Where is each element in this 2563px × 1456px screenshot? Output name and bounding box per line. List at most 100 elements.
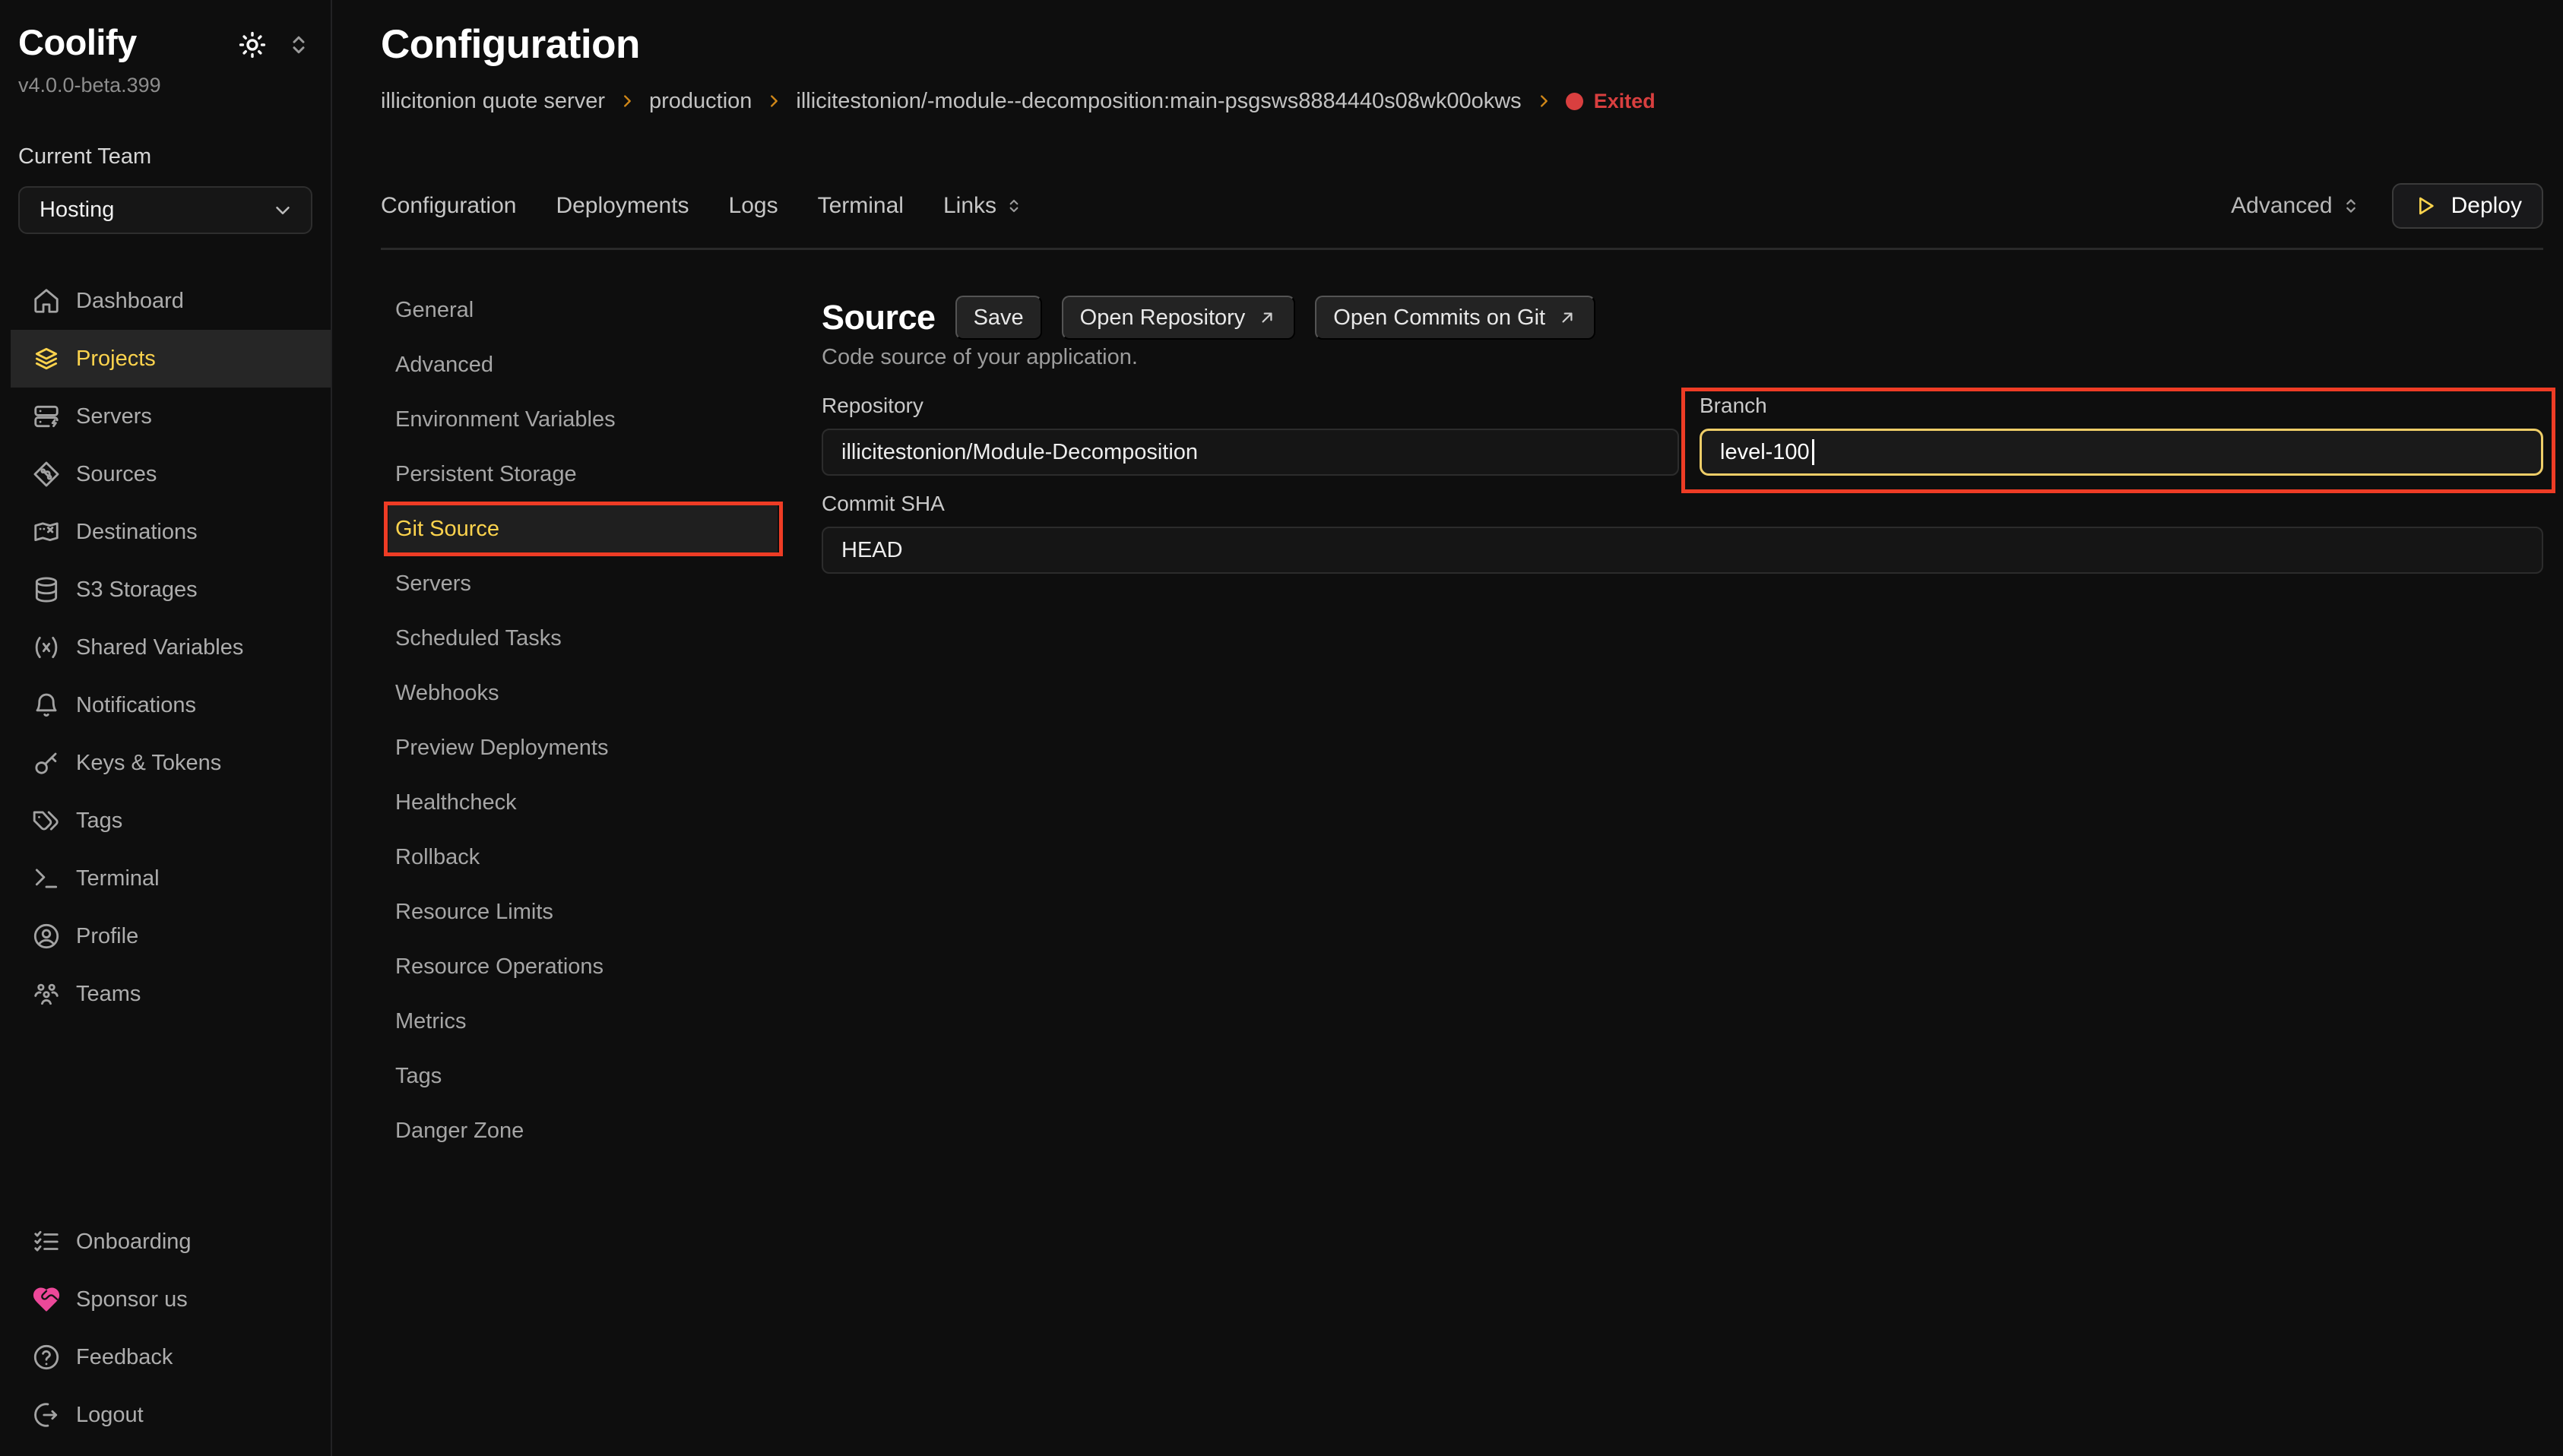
chevron-down-icon [271, 199, 294, 222]
text-caret [1812, 439, 1814, 465]
sidebar: Coolify v4.0.0-beta.399 Current Team Hos… [0, 0, 332, 1456]
sidebar-item-servers[interactable]: Servers [11, 388, 331, 445]
sidebar-item-dashboard[interactable]: Dashboard [11, 272, 331, 330]
external-link-icon [1257, 308, 1277, 328]
sidebar-item-destinations[interactable]: Destinations [11, 503, 331, 561]
breadcrumb-project[interactable]: illicitonion quote server [381, 89, 605, 114]
heart-hands-icon [32, 1285, 61, 1314]
repository-field: Repository illicitestonion/Module-Decomp… [822, 394, 1679, 476]
sidebar-footer-nav: Onboarding Sponsor us Feedback Logout [0, 1213, 331, 1456]
subnav-danger-zone[interactable]: Danger Zone [381, 1103, 783, 1158]
git-diamond-icon [32, 460, 61, 489]
layers-icon [32, 344, 61, 373]
sidebar-item-sponsor-us[interactable]: Sponsor us [11, 1271, 331, 1328]
breadcrumb: illicitonion quote server production ill… [381, 85, 1655, 117]
tags-icon [32, 806, 61, 835]
save-button[interactable]: Save [955, 296, 1042, 340]
source-heading: Source [822, 298, 936, 337]
sidebar-item-logout[interactable]: Logout [11, 1386, 331, 1444]
repository-input[interactable]: illicitestonion/Module-Decomposition [822, 429, 1679, 476]
sidebar-item-feedback[interactable]: Feedback [11, 1328, 331, 1386]
repository-label: Repository [822, 394, 1679, 419]
theme-toggle-sun-icon[interactable] [236, 29, 268, 61]
subnav-persistent-storage[interactable]: Persistent Storage [381, 447, 783, 502]
home-icon [32, 286, 61, 315]
advanced-dropdown[interactable]: Advanced [2231, 193, 2361, 219]
sidebar-item-projects[interactable]: Projects [11, 330, 331, 388]
checklist-icon [32, 1227, 61, 1256]
subnav-preview-deployments[interactable]: Preview Deployments [381, 720, 783, 775]
main-content: Configuration illicitonion quote server … [332, 0, 2563, 1456]
source-description: Code source of your application. [822, 345, 1138, 370]
sidebar-nav: Dashboard Projects Servers Sources Desti… [0, 272, 331, 1023]
chevron-right-icon [1535, 93, 1552, 109]
subnav-git-source[interactable]: Git Source [388, 502, 778, 556]
tab-terminal[interactable]: Terminal [818, 193, 904, 219]
sidebar-item-label: Destinations [76, 520, 198, 545]
commit-sha-label: Commit SHA [822, 492, 2543, 518]
status-dot-icon [1566, 93, 1583, 110]
sidebar-item-onboarding[interactable]: Onboarding [11, 1213, 331, 1271]
sidebar-item-label: Projects [76, 347, 156, 372]
current-team-label: Current Team [18, 144, 312, 169]
sidebar-header: Coolify v4.0.0-beta.399 [0, 0, 331, 97]
tab-links[interactable]: Links [943, 193, 1024, 219]
breadcrumb-environment[interactable]: production [649, 89, 752, 114]
subnav-environment-variables[interactable]: Environment Variables [381, 392, 783, 447]
subnav-scheduled-tasks[interactable]: Scheduled Tasks [381, 611, 783, 666]
sidebar-item-keys-tokens[interactable]: Keys & Tokens [11, 734, 331, 792]
database-icon [32, 575, 61, 604]
divider [381, 248, 2543, 250]
sidebar-collapse-icon[interactable] [285, 31, 312, 59]
sidebar-item-label: Notifications [76, 693, 196, 718]
tab-logs[interactable]: Logs [729, 193, 778, 219]
app-logo: Coolify [18, 21, 137, 63]
sidebar-item-notifications[interactable]: Notifications [11, 676, 331, 734]
sidebar-item-tags[interactable]: Tags [11, 792, 331, 850]
map-icon [32, 518, 61, 546]
sidebar-item-teams[interactable]: Teams [11, 965, 331, 1023]
subnav-metrics[interactable]: Metrics [381, 994, 783, 1049]
sidebar-item-shared-variables[interactable]: Shared Variables [11, 619, 331, 676]
commit-sha-field: Commit SHA HEAD [822, 492, 2543, 574]
subnav-advanced[interactable]: Advanced [381, 337, 783, 392]
play-icon [2413, 194, 2438, 218]
config-subnav: General Advanced Environment Variables P… [381, 283, 783, 1158]
sidebar-item-label: Tags [76, 809, 122, 834]
sidebar-item-profile[interactable]: Profile [11, 907, 331, 965]
subnav-resource-operations[interactable]: Resource Operations [381, 939, 783, 994]
status-badge: Exited [1566, 90, 1655, 113]
sidebar-item-label: Servers [76, 404, 152, 429]
tab-configuration[interactable]: Configuration [381, 193, 516, 219]
open-repository-button[interactable]: Open Repository [1062, 296, 1296, 340]
team-select-value: Hosting [40, 198, 114, 223]
subnav-servers[interactable]: Servers [381, 556, 783, 611]
branch-input[interactable]: level-100 [1700, 429, 2543, 476]
sidebar-item-terminal[interactable]: Terminal [11, 850, 331, 907]
deploy-button[interactable]: Deploy [2392, 183, 2543, 229]
subnav-tags[interactable]: Tags [381, 1049, 783, 1103]
help-circle-icon [32, 1343, 61, 1372]
open-commits-button[interactable]: Open Commits on Git [1315, 296, 1595, 340]
subnav-general[interactable]: General [381, 283, 783, 337]
subnav-webhooks[interactable]: Webhooks [381, 666, 783, 720]
variables-icon [32, 633, 61, 662]
breadcrumb-application[interactable]: illicitestonion/-module--decomposition:m… [796, 89, 1521, 114]
sidebar-item-label: Dashboard [76, 289, 184, 314]
subnav-resource-limits[interactable]: Resource Limits [381, 885, 783, 939]
user-circle-icon [32, 922, 61, 951]
sidebar-item-label: Sponsor us [76, 1287, 188, 1312]
sidebar-item-label: Onboarding [76, 1230, 192, 1255]
bell-icon [32, 691, 61, 720]
users-icon [32, 980, 61, 1008]
sidebar-item-label: Sources [76, 462, 157, 487]
sidebar-item-s3-storages[interactable]: S3 Storages [11, 561, 331, 619]
branch-field: Branch level-100 [1700, 394, 2543, 476]
subnav-rollback[interactable]: Rollback [381, 830, 783, 885]
sidebar-item-sources[interactable]: Sources [11, 445, 331, 503]
team-select[interactable]: Hosting [18, 186, 312, 234]
branch-label: Branch [1700, 394, 2543, 419]
commit-sha-input[interactable]: HEAD [822, 527, 2543, 574]
tab-deployments[interactable]: Deployments [556, 193, 689, 219]
subnav-healthcheck[interactable]: Healthcheck [381, 775, 783, 830]
